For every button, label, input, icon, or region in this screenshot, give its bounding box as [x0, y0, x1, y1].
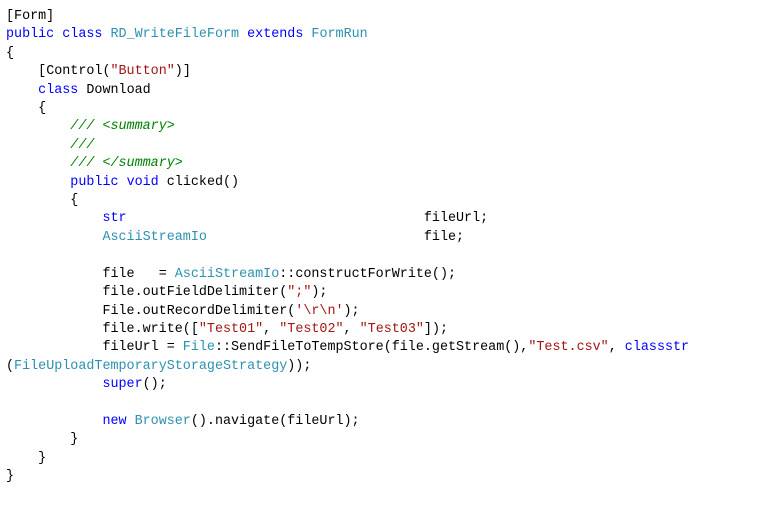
- sep: ,: [344, 322, 360, 337]
- str-t3: "Test03": [360, 322, 424, 337]
- assign-file: file: [102, 267, 134, 282]
- kw-public-2: public: [70, 175, 118, 190]
- call-super: ();: [143, 377, 167, 392]
- type-browser: Browser: [135, 414, 191, 429]
- call-navigate: ().navigate(fileUrl);: [191, 414, 360, 429]
- class-download: Download: [86, 83, 150, 98]
- attr-control-arg: "Button": [110, 64, 174, 79]
- type-str: str: [102, 211, 126, 226]
- write-close: ]);: [424, 322, 448, 337]
- type-strategy: FileUploadTemporaryStorageStrategy: [14, 359, 287, 374]
- kw-public: public: [6, 27, 54, 42]
- assign-eq: =: [135, 267, 175, 282]
- kw-void: void: [127, 175, 159, 190]
- class-name: RD_WriteFileForm: [111, 27, 240, 42]
- sep: ,: [263, 322, 279, 337]
- base-class: FormRun: [311, 27, 367, 42]
- call-write: file.write([: [102, 322, 198, 337]
- close-paren: );: [311, 285, 327, 300]
- method-send-mid: ,: [609, 340, 625, 355]
- call-outrecord: File.outRecordDelimiter(: [102, 304, 295, 319]
- code-block: [Form] public class RD_WriteFileForm ext…: [0, 0, 781, 495]
- str-csv: "Test.csv": [528, 340, 608, 355]
- attr-control-close: )]: [175, 64, 191, 79]
- str-t2: "Test02": [279, 322, 343, 337]
- paren-open: (: [6, 359, 14, 374]
- method-clicked: clicked(): [167, 175, 239, 190]
- var-fileurl: fileUrl;: [424, 211, 488, 226]
- str-t1: "Test01": [199, 322, 263, 337]
- brace: }: [6, 469, 14, 484]
- kw-new: new: [102, 414, 126, 429]
- comment-empty: ///: [70, 138, 94, 153]
- str-crlf: '\r\n': [295, 304, 343, 319]
- call-outfield: file.outFieldDelimiter(: [102, 285, 287, 300]
- str-semi: ";": [287, 285, 311, 300]
- attr-control: [Control(: [38, 64, 110, 79]
- comment-summary-close: /// </summary>: [70, 156, 183, 171]
- brace: }: [38, 451, 46, 466]
- type-ascii-2: AsciiStreamIo: [175, 267, 279, 282]
- attr-form: [Form]: [6, 9, 54, 24]
- assign-fileurl: fileUrl =: [102, 340, 182, 355]
- comment-summary-open: /// <summary>: [70, 119, 174, 134]
- var-file: file;: [424, 230, 464, 245]
- close-paren: );: [344, 304, 360, 319]
- method-send-open: ::SendFileToTempStore(file.getStream(),: [215, 340, 528, 355]
- type-file: File: [183, 340, 215, 355]
- brace: {: [38, 101, 46, 116]
- brace: }: [70, 432, 78, 447]
- brace: {: [6, 46, 14, 61]
- kw-extends: extends: [247, 27, 303, 42]
- kw-class-2: class: [38, 83, 78, 98]
- kw-class: class: [62, 27, 102, 42]
- type-ascii: AsciiStreamIo: [102, 230, 206, 245]
- brace: {: [70, 193, 78, 208]
- method-construct: ::constructForWrite();: [279, 267, 456, 282]
- kw-classstr: classstr: [625, 340, 689, 355]
- paren-close: ));: [287, 359, 311, 374]
- kw-super: super: [102, 377, 142, 392]
